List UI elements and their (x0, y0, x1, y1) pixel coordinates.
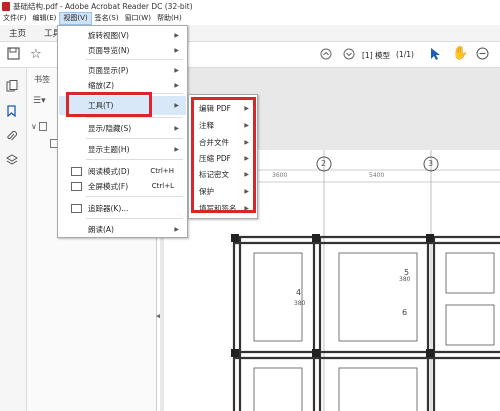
menu-item-rotate-view[interactable]: 旋转视图(V) ▶ (58, 28, 187, 42)
dimension-label: 5400 (369, 172, 385, 179)
tracker-icon (71, 203, 82, 213)
bookmark-item-icon[interactable] (39, 122, 47, 131)
menu-file[interactable]: 文件(F) (0, 12, 30, 25)
submenu-arrow-icon: ▶ (174, 46, 179, 54)
hand-tool-icon[interactable]: ✋ (452, 46, 468, 61)
menu-bar: 文件(F) 编辑(E) 视图(V) 签名(S) 窗口(W) 帮助(H) (0, 12, 500, 25)
menu-item-display-theme[interactable]: 显示主题(H) ▶ (58, 142, 187, 156)
bookmark-icon[interactable] (6, 105, 17, 120)
menu-separator (86, 117, 183, 118)
submenu-arrow-icon: ▶ (174, 145, 179, 153)
menu-window[interactable]: 窗口(W) (122, 12, 154, 25)
submenu-arrow-icon: ▶ (174, 124, 179, 132)
layers-icon[interactable] (6, 154, 18, 169)
menu-help[interactable]: 帮助(H) (154, 12, 185, 25)
select-cursor-icon[interactable] (430, 47, 441, 65)
menu-item-read-mode[interactable]: 阅读模式(D) Ctrl+H (58, 164, 187, 178)
menu-item-page-display[interactable]: 页面显示(P) ▶ (58, 63, 187, 77)
menu-separator (86, 138, 183, 139)
attachment-icon[interactable] (6, 130, 17, 145)
submenu-arrow-icon: ▶ (174, 81, 179, 89)
bookmark-options-icon[interactable]: ☰▾ (33, 96, 46, 106)
submenu-arrow-icon: ▶ (174, 225, 179, 233)
menu-item-full-screen[interactable]: 全屏模式(F) Ctrl+L (58, 179, 187, 193)
left-rail (0, 68, 27, 411)
star-icon[interactable]: ☆ (30, 47, 42, 62)
axis-label: 3 (428, 159, 434, 168)
menu-separator (86, 59, 183, 60)
prev-page-icon[interactable] (320, 48, 332, 64)
menu-sign[interactable]: 签名(S) (92, 12, 122, 25)
menu-item-read-aloud[interactable]: 朗读(A) ▶ (58, 222, 187, 236)
expand-chevron-icon[interactable]: ∨ (31, 122, 37, 131)
menu-item-zoom[interactable]: 缩放(Z) ▶ (58, 78, 187, 92)
full-screen-icon (71, 181, 82, 191)
submenu-arrow-icon: ▶ (174, 66, 179, 74)
read-mode-icon (71, 166, 82, 176)
window-title: 基础结构.pdf - Adobe Acrobat Reader DC (32-b… (13, 1, 193, 11)
page-thumbnails-icon[interactable] (6, 80, 18, 95)
tools-item-highlight (66, 92, 152, 117)
page-number-field[interactable]: [1] 模型 (362, 50, 390, 61)
submenu-arrow-icon: ▶ (174, 31, 179, 39)
tab-home[interactable]: 主页 (0, 27, 35, 39)
page-count: (1/1) (396, 50, 414, 59)
beam-label: 380 (399, 276, 411, 283)
menu-view[interactable]: 视图(V) (59, 12, 92, 25)
acrobat-icon (2, 1, 10, 11)
navpane-title: 书签 (34, 75, 50, 84)
menu-separator (86, 196, 183, 197)
next-page-icon[interactable] (343, 48, 355, 64)
axis-label: 2 (321, 159, 327, 168)
beam-label: 380 (294, 300, 306, 307)
menu-edit[interactable]: 编辑(E) (30, 12, 60, 25)
save-icon[interactable] (7, 47, 20, 64)
room-number: 6 (402, 308, 408, 317)
menu-item-tracker[interactable]: 追踪器(K)... (58, 201, 187, 215)
menu-item-show-hide[interactable]: 显示/隐藏(S) ▶ (58, 121, 187, 135)
menu-item-page-navigation[interactable]: 页面导览(N) ▶ (58, 43, 187, 57)
tools-submenu-highlight (191, 97, 256, 213)
menu-separator (86, 159, 183, 160)
dimension-label: 3600 (272, 172, 288, 179)
view-menu: 旋转视图(V) ▶ 页面导览(N) ▶ 页面显示(P) ▶ 缩放(Z) ▶ 工具(T) ▶… (57, 25, 188, 238)
zoom-out-icon[interactable] (476, 47, 489, 64)
room-number: 4 (296, 288, 302, 297)
submenu-arrow-icon: ▶ (174, 101, 179, 109)
title-bar: 基础结构.pdf - Adobe Acrobat Reader DC (32-b… (0, 0, 500, 12)
menu-separator (86, 218, 183, 219)
